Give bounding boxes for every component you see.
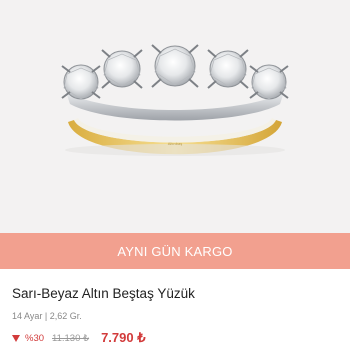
banner-text: AYNI GÜN KARGO [117, 243, 233, 259]
product-specs: 14 Ayar | 2,62 Gr. [12, 311, 82, 321]
current-price: 7.790 ₺ [101, 330, 146, 345]
ring-image: Altınbaş [61, 44, 289, 156]
ring-engraving: Altınbaş [168, 141, 182, 146]
same-day-shipping-banner: AYNI GÜN KARGO [0, 233, 350, 269]
old-price: 11.130 ₺ [52, 332, 90, 344]
triangle-down-icon [12, 334, 20, 342]
gemstones [61, 44, 289, 100]
product-card[interactable]: Altınbaş AYNI GÜN KARGO Sarı-Beyaz Altın… [0, 0, 350, 350]
discount-badge: %30 [25, 332, 45, 344]
product-image[interactable]: Altınbaş [0, 0, 350, 233]
price-row: %30 11.130 ₺ 7.790 ₺ [12, 330, 146, 345]
product-title[interactable]: Sarı-Beyaz Altın Beştaş Yüzük [12, 286, 195, 301]
